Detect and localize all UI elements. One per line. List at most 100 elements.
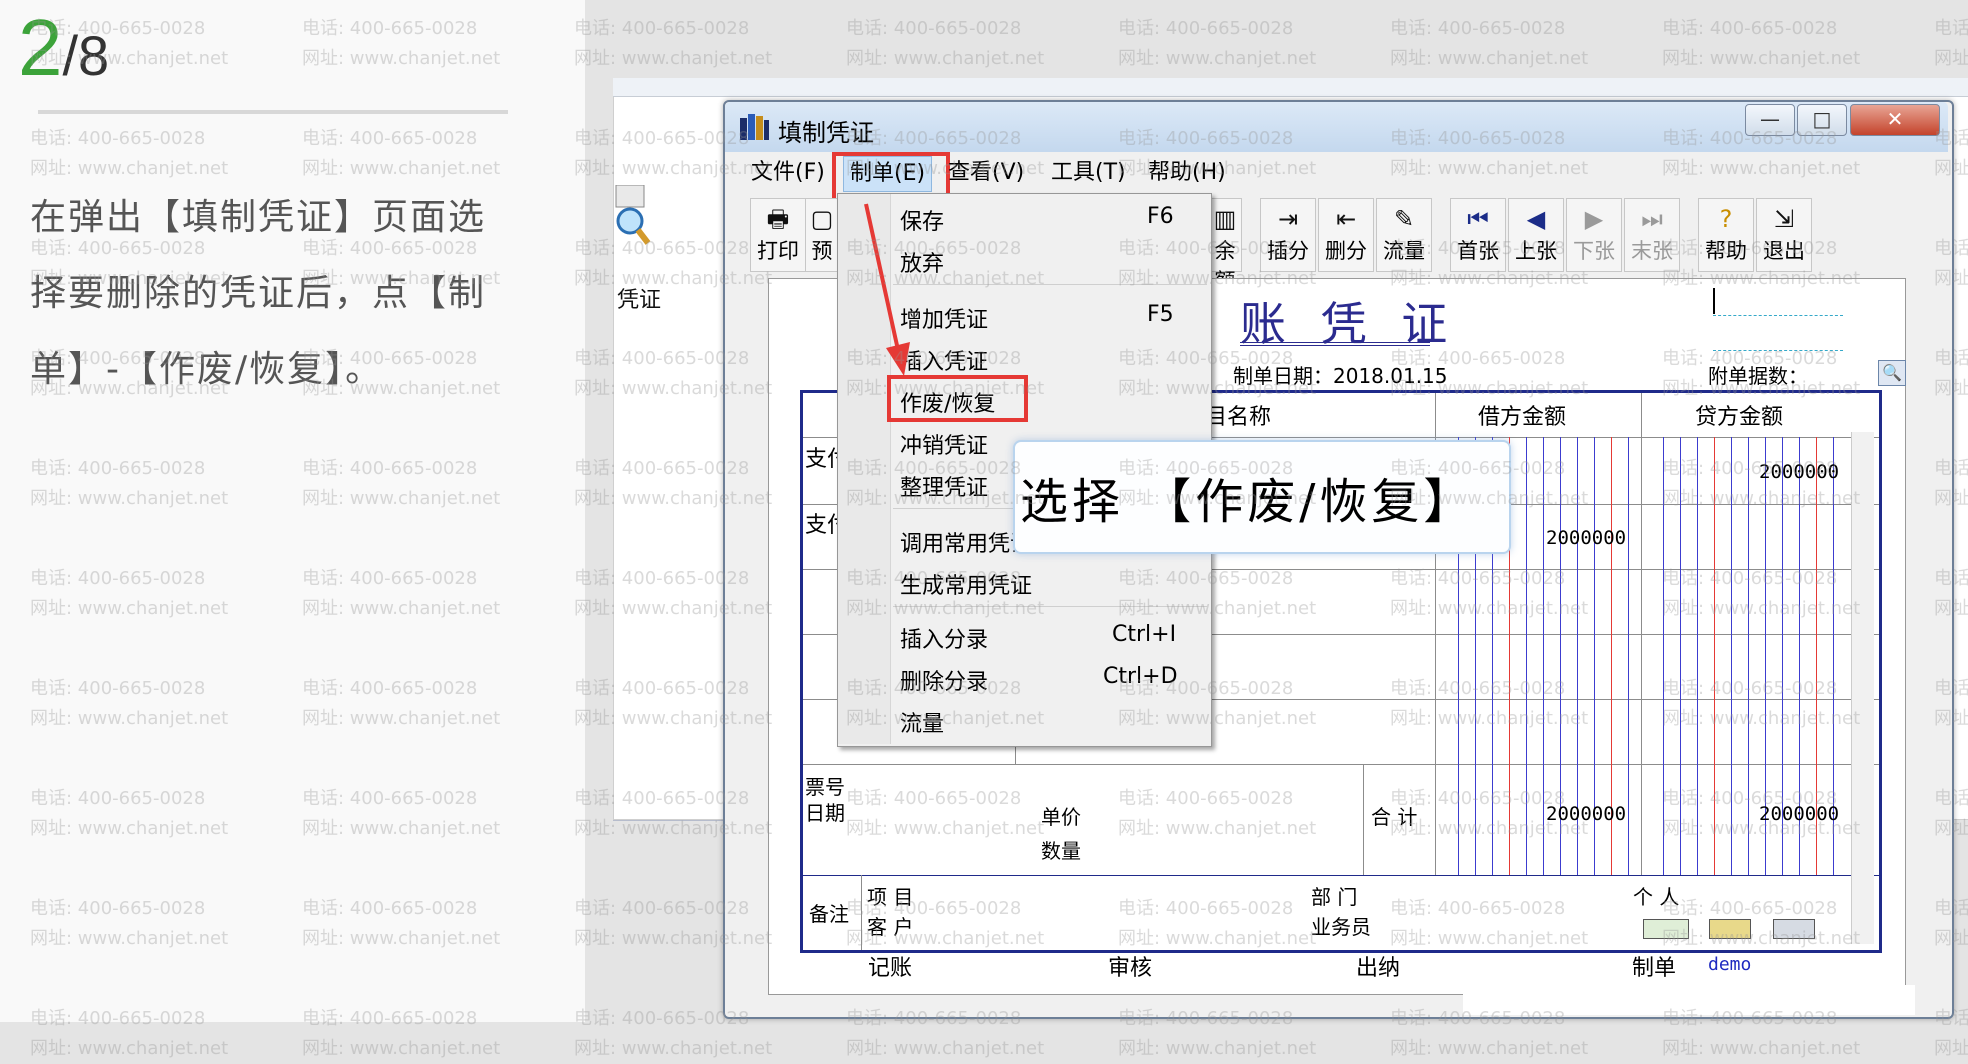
toolbar-preview[interactable]: ▢ 预 xyxy=(805,198,839,272)
first-icon: ⏮ xyxy=(1467,205,1489,233)
col-header-credit: 贷方金额 xyxy=(1695,405,1784,430)
shortcut-add-voucher: F5 xyxy=(1147,302,1174,327)
grid-col-line xyxy=(861,875,862,950)
footer-blank xyxy=(1463,985,1915,1015)
step-current: 2 xyxy=(18,3,63,92)
customer-label: 客 户 xyxy=(867,915,914,939)
next-icon: ▶ xyxy=(1584,205,1604,233)
watermark-text: 电话: 400-665-0028网址: www.chanjet.net xyxy=(1934,18,1968,69)
menu-tools[interactable]: 工具(T) xyxy=(1045,156,1132,190)
prev-icon: ◀ xyxy=(1526,205,1546,233)
menu-item-organize-voucher[interactable]: 整理凭证 xyxy=(900,470,988,502)
printer-icon: 🖶 xyxy=(766,205,790,233)
voucher-type-line xyxy=(1713,350,1843,351)
divider xyxy=(38,110,508,114)
ticket-no-label: 票号 xyxy=(805,775,845,799)
col-header-debit: 借方金额 xyxy=(1478,405,1567,430)
watermark-text: 电话: 400-665-0028网址: www.chanjet.net xyxy=(1662,18,1861,69)
voucher-number-field[interactable] xyxy=(1713,288,1845,314)
menu-item-delete-entry[interactable]: 删除分录 xyxy=(900,664,988,696)
watermark-text: 电话: 400-665-0028网址: www.chanjet.net xyxy=(1118,18,1317,69)
voucher-title-underline xyxy=(1240,342,1430,346)
footer-bookkeep: 记账 xyxy=(868,956,913,981)
delete-entry-icon: ⇤ xyxy=(1335,205,1357,233)
books-icon xyxy=(740,114,769,140)
personal-label: 个 人 xyxy=(1633,885,1680,909)
total-label: 合 计 xyxy=(1371,805,1418,829)
magnifier-icon[interactable]: 🔍 xyxy=(1878,360,1906,386)
exit-icon: ⇲ xyxy=(1773,205,1795,233)
toolbar-insert-entry[interactable]: ⇥ 插分 xyxy=(1260,198,1316,272)
close-button[interactable]: ✕ xyxy=(1850,104,1940,136)
footer-audit: 审核 xyxy=(1108,956,1153,981)
toolbar-first[interactable]: ⏮ 首张 xyxy=(1450,198,1506,272)
row2-debit-amount[interactable]: 2000000 xyxy=(1546,527,1626,549)
instruction-text: 在弹出【填制凭证】页面选择要删除的凭证后，点【制单】-【作废/恢复】。 xyxy=(30,197,487,390)
voucher-date: 制单日期：2018.01.15 xyxy=(1233,364,1448,388)
highlight-box-void xyxy=(887,375,1028,422)
toolbar-delete-entry[interactable]: ⇤ 删分 xyxy=(1318,198,1374,272)
grid-scrollbar[interactable] xyxy=(1851,432,1874,944)
watermark-text: 电话: 400-665-0028网址: www.chanjet.net xyxy=(574,18,773,69)
date-label: 日期 xyxy=(805,801,845,825)
toolbar-prev[interactable]: ◀ 上张 xyxy=(1508,198,1564,272)
project-label: 项 目 xyxy=(867,885,914,909)
grid-row-line xyxy=(803,764,1879,765)
footer-cashier: 出纳 xyxy=(1356,956,1401,981)
callout-text: 选择 【作废/恢复】 xyxy=(1020,474,1476,530)
background-window-bar xyxy=(613,78,1968,97)
menu-view[interactable]: 查看(V) xyxy=(942,156,1030,190)
total-debit: 2000000 xyxy=(1546,803,1627,825)
footer-maker: 制单 xyxy=(1632,956,1677,981)
remark-label: 备注 xyxy=(809,902,849,926)
maker-name: demo xyxy=(1708,954,1752,975)
menu-item-insert-entry[interactable]: 插入分录 xyxy=(900,622,988,654)
insert-entry-icon: ⇥ xyxy=(1277,205,1299,233)
toolbar-cashflow[interactable]: ✎ 流量 xyxy=(1376,198,1432,272)
col-header-account: 目名称 xyxy=(1205,405,1272,430)
menu-item-reverse-voucher[interactable]: 冲销凭证 xyxy=(900,428,988,460)
menu-item-cashflow[interactable]: 流量 xyxy=(900,706,944,738)
maximize-button[interactable]: □ xyxy=(1797,104,1847,136)
voucher-number-line xyxy=(1713,315,1843,316)
instruction-panel xyxy=(0,0,585,1022)
watermark-text: 电话: 400-665-0028网址: www.chanjet.net xyxy=(1390,18,1589,69)
preview-icon: ▢ xyxy=(810,205,834,233)
toolbar-last[interactable]: ⏭ 末张 xyxy=(1624,198,1680,272)
toolbar-next[interactable]: ▶ 下张 xyxy=(1566,198,1622,272)
toolbar-exit[interactable]: ⇲ 退出 xyxy=(1756,198,1812,272)
toolbar-balance[interactable]: ▥余额 xyxy=(1208,198,1242,293)
menu-help[interactable]: 帮助(H) xyxy=(1142,156,1232,190)
salesperson-label: 业务员 xyxy=(1311,915,1371,939)
chart-icon: ▥ xyxy=(1213,205,1237,233)
background-window-label: 凭证 xyxy=(617,288,662,313)
minimize-button[interactable]: — xyxy=(1745,104,1795,136)
grid-row-line xyxy=(803,875,1879,876)
menu-item-create-template[interactable]: 生成常用凭证 xyxy=(900,568,1032,600)
shortcut-delete-entry: Ctrl+D xyxy=(1103,664,1178,689)
total-credit: 2000000 xyxy=(1759,803,1840,825)
row1-credit-amount[interactable]: 2000000 xyxy=(1759,461,1839,483)
shortcut-insert-entry: Ctrl+I xyxy=(1112,622,1177,647)
department-label: 部 门 xyxy=(1311,885,1358,909)
reference-icon[interactable] xyxy=(1709,919,1751,939)
last-icon: ⏭ xyxy=(1641,205,1663,233)
quantity-label: 数量 xyxy=(1041,839,1081,863)
card-icon[interactable] xyxy=(1643,919,1689,939)
menu-separator xyxy=(893,284,1207,285)
tool-icon[interactable] xyxy=(1773,919,1815,939)
dialog-title: 填制凭证 xyxy=(778,119,874,147)
help-icon: ? xyxy=(1719,205,1733,233)
pointer-arrow xyxy=(864,203,910,376)
watermark-text: 电话: 400-665-0028网址: www.chanjet.net xyxy=(846,18,1045,69)
shortcut-save: F6 xyxy=(1147,204,1174,229)
grid-col-line xyxy=(1363,764,1364,875)
toolbar-print[interactable]: 🖶 打印 xyxy=(750,198,806,272)
menu-file[interactable]: 文件(F) xyxy=(745,156,831,190)
search-icon xyxy=(615,185,651,245)
toolbar-help[interactable]: ? 帮助 xyxy=(1698,198,1754,272)
attachment-count-label: 附单据数： xyxy=(1708,364,1808,388)
pen-icon: ✎ xyxy=(1393,205,1415,233)
step-indicator: 2/8 xyxy=(18,8,109,88)
grid-col-line xyxy=(1641,393,1642,875)
